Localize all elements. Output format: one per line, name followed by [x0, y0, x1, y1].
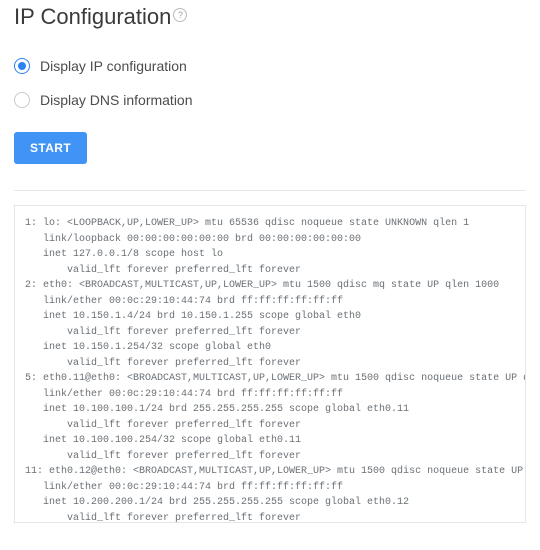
radio-input-ip[interactable]	[14, 58, 30, 74]
command-output: 1: lo: <LOOPBACK,UP,LOWER_UP> mtu 65536 …	[14, 205, 526, 523]
radio-display-dns[interactable]: Display DNS information	[14, 92, 526, 108]
section-divider	[14, 190, 526, 191]
display-option-group: Display IP configuration Display DNS inf…	[14, 58, 526, 108]
radio-label-dns: Display DNS information	[40, 92, 193, 108]
page-title: IP Configuration	[14, 4, 171, 30]
start-button[interactable]: START	[14, 132, 87, 164]
radio-display-ip[interactable]: Display IP configuration	[14, 58, 526, 74]
radio-input-dns[interactable]	[14, 92, 30, 108]
radio-label-ip: Display IP configuration	[40, 58, 187, 74]
help-icon[interactable]: ?	[173, 8, 187, 22]
